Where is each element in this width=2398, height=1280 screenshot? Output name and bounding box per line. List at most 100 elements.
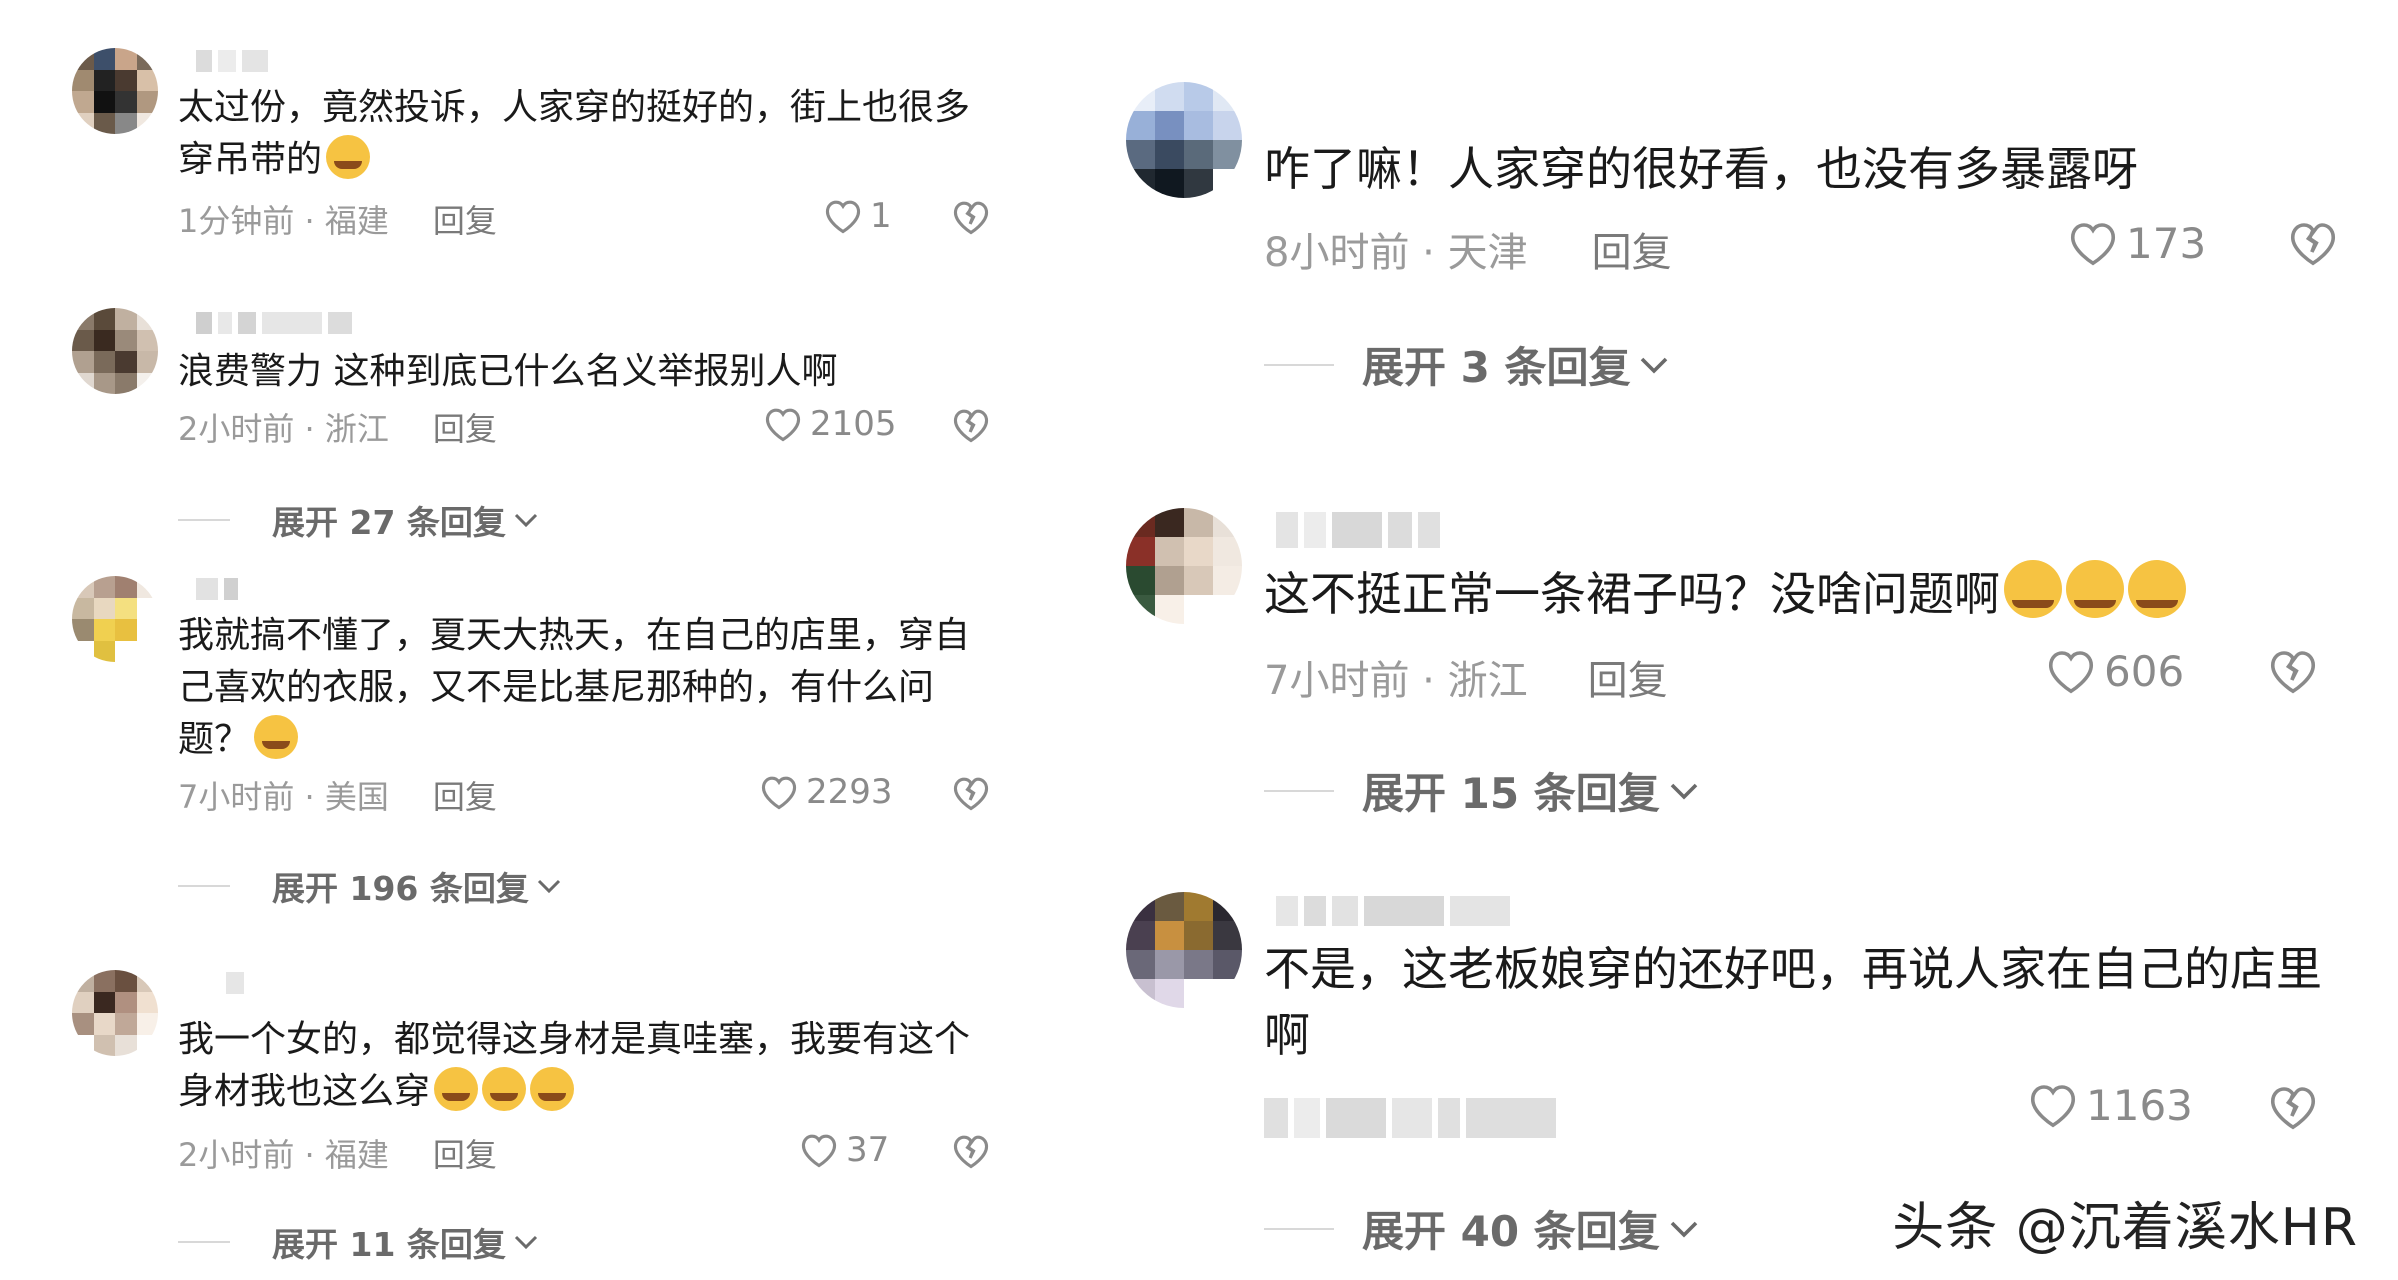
username-blurred[interactable] — [1276, 896, 1510, 926]
expand-replies-button[interactable]: 展开 15 条回复 — [1264, 760, 1702, 821]
reply-button[interactable]: 回复 — [433, 772, 497, 818]
like-count: 37 — [846, 1130, 890, 1170]
laughing-emoji-icon — [254, 715, 299, 759]
broken-heart-icon — [953, 777, 989, 811]
like-count: 1163 — [2086, 1080, 2193, 1130]
chevron-down-icon — [1670, 783, 1697, 800]
avatar[interactable] — [72, 970, 158, 1056]
username-blurred[interactable] — [226, 972, 244, 994]
broken-heart-icon — [2290, 223, 2336, 266]
like-button[interactable]: 37 — [798, 1130, 889, 1170]
expand-replies-button[interactable]: 展开 3 条回复 — [1264, 334, 1672, 395]
avatar[interactable] — [1126, 508, 1242, 624]
broken-heart-icon — [953, 201, 989, 235]
chevron-down-icon — [514, 513, 537, 528]
comment-time-location: 1分钟前 · 福建 — [178, 202, 389, 240]
divider — [1264, 1227, 1334, 1230]
comment-text-content: 太过份，竟然投诉，人家穿的挺好的，街上也很多穿吊带的 — [178, 87, 971, 180]
comment-text-content: 咋了嘛！人家穿的很好看，也没有多暴露呀 — [1264, 142, 2138, 196]
heart-icon — [761, 776, 797, 810]
avatar[interactable] — [1126, 82, 1242, 198]
chevron-down-icon — [537, 879, 560, 894]
dislike-button[interactable] — [950, 198, 992, 240]
username-blurred[interactable] — [196, 312, 352, 334]
like-button[interactable]: 2105 — [762, 404, 897, 444]
heart-icon — [2048, 651, 2094, 694]
expand-replies-label: 展开 27 条回复 — [272, 503, 506, 542]
like-button[interactable]: 1163 — [2026, 1080, 2193, 1130]
meta-blurred — [1264, 1098, 1556, 1138]
dislike-button[interactable] — [2266, 646, 2320, 700]
avatar[interactable] — [72, 576, 158, 662]
comment-meta: 7小时前 · 美国 回复 — [178, 772, 497, 818]
username-blurred[interactable] — [196, 50, 268, 72]
blushing-emoji-icon — [434, 1067, 479, 1111]
heart-icon — [825, 200, 861, 234]
comment-text-content: 我一个女的，都觉得这身材是真哇塞，我要有这个身材我也这么穿 — [178, 1019, 971, 1112]
comment-meta: 1分钟前 · 福建 回复 — [178, 196, 497, 242]
dislike-button[interactable] — [950, 406, 992, 448]
broken-heart-icon — [953, 1135, 989, 1169]
comment-text-content: 不是，这老板娘穿的还好吧，再说人家在自己的店里啊 — [1264, 942, 2322, 1062]
heart-icon — [765, 408, 801, 442]
like-count: 1 — [870, 196, 892, 236]
dizzy-emoji-icon — [2066, 560, 2124, 618]
comment-text: 不是，这老板娘穿的还好吧，再说人家在自己的店里啊 — [1264, 936, 2364, 1068]
dislike-button[interactable] — [2286, 218, 2340, 272]
blushing-emoji-icon — [530, 1067, 575, 1111]
avatar[interactable] — [72, 308, 158, 394]
comment-time-location: 7小时前 · 美国 — [178, 778, 389, 816]
comment-meta: 8小时前 · 天津 回复 — [1264, 220, 1672, 278]
expand-replies-label: 展开 3 条回复 — [1362, 343, 1631, 392]
like-button[interactable]: 173 — [2066, 218, 2206, 268]
expand-replies-button[interactable]: 展开 27 条回复 — [178, 496, 540, 544]
heart-icon — [2070, 223, 2116, 266]
reply-button[interactable]: 回复 — [433, 196, 497, 242]
dizzy-emoji-icon — [2004, 560, 2062, 618]
expand-replies-label: 展开 40 条回复 — [1362, 1207, 1660, 1256]
chevron-down-icon — [1641, 357, 1668, 374]
divider — [178, 1241, 230, 1243]
comment-meta: 2小时前 · 浙江 回复 — [178, 404, 497, 450]
dislike-button[interactable] — [2266, 1082, 2320, 1136]
broken-heart-icon — [2270, 651, 2316, 694]
comment-time-location: 8小时前 · 天津 — [1264, 230, 1528, 276]
comment-text: 我一个女的，都觉得这身材是真哇塞，我要有这个身材我也这么穿 — [178, 1014, 978, 1118]
reply-button[interactable]: 回复 — [1592, 220, 1672, 278]
reply-button[interactable]: 回复 — [1588, 648, 1668, 706]
avatar[interactable] — [72, 48, 158, 134]
reply-button[interactable]: 回复 — [433, 404, 497, 450]
dislike-button[interactable] — [950, 774, 992, 816]
chevron-down-icon — [514, 1235, 537, 1250]
expand-replies-button[interactable]: 展开 196 条回复 — [178, 862, 563, 910]
comment-text: 浪费警力 这种到底已什么名义举报别人啊 — [178, 346, 978, 398]
comment-time-location: 2小时前 · 浙江 — [178, 410, 389, 448]
expand-replies-label: 展开 15 条回复 — [1362, 769, 1660, 818]
like-count: 2105 — [810, 404, 897, 444]
comment-meta: 2小时前 · 福建 回复 — [178, 1130, 497, 1176]
avatar[interactable] — [1126, 892, 1242, 1008]
like-count: 173 — [2126, 218, 2207, 268]
heart-icon — [801, 1134, 837, 1168]
divider — [178, 885, 230, 887]
username-blurred[interactable] — [196, 578, 238, 600]
dizzy-emoji-icon — [2128, 560, 2186, 618]
expand-replies-button[interactable]: 展开 11 条回复 — [178, 1218, 540, 1266]
comment-text: 咋了嘛！人家穿的很好看，也没有多暴露呀 — [1264, 136, 2324, 202]
username-blurred[interactable] — [1276, 512, 1440, 548]
comment-text-content: 这不挺正常一条裙子吗？没啥问题啊 — [1264, 567, 2000, 621]
expand-replies-label: 展开 11 条回复 — [272, 1225, 506, 1264]
comment-text: 太过份，竟然投诉，人家穿的挺好的，街上也很多穿吊带的 — [178, 82, 978, 186]
like-button[interactable]: 606 — [2044, 646, 2184, 696]
like-count: 606 — [2104, 646, 2185, 696]
comment-time-location: 7小时前 · 浙江 — [1264, 658, 1528, 704]
broken-heart-icon — [2270, 1087, 2316, 1130]
watermark: 头条 @沉着溪水HR — [1892, 1198, 2358, 1258]
chevron-down-icon — [1670, 1221, 1697, 1238]
expand-replies-button[interactable]: 展开 40 条回复 — [1264, 1198, 1702, 1259]
dislike-button[interactable] — [950, 1132, 992, 1174]
like-button[interactable]: 2293 — [758, 772, 893, 812]
like-button[interactable]: 1 — [822, 196, 892, 236]
reply-button[interactable]: 回复 — [433, 1130, 497, 1176]
like-count: 2293 — [806, 772, 893, 812]
